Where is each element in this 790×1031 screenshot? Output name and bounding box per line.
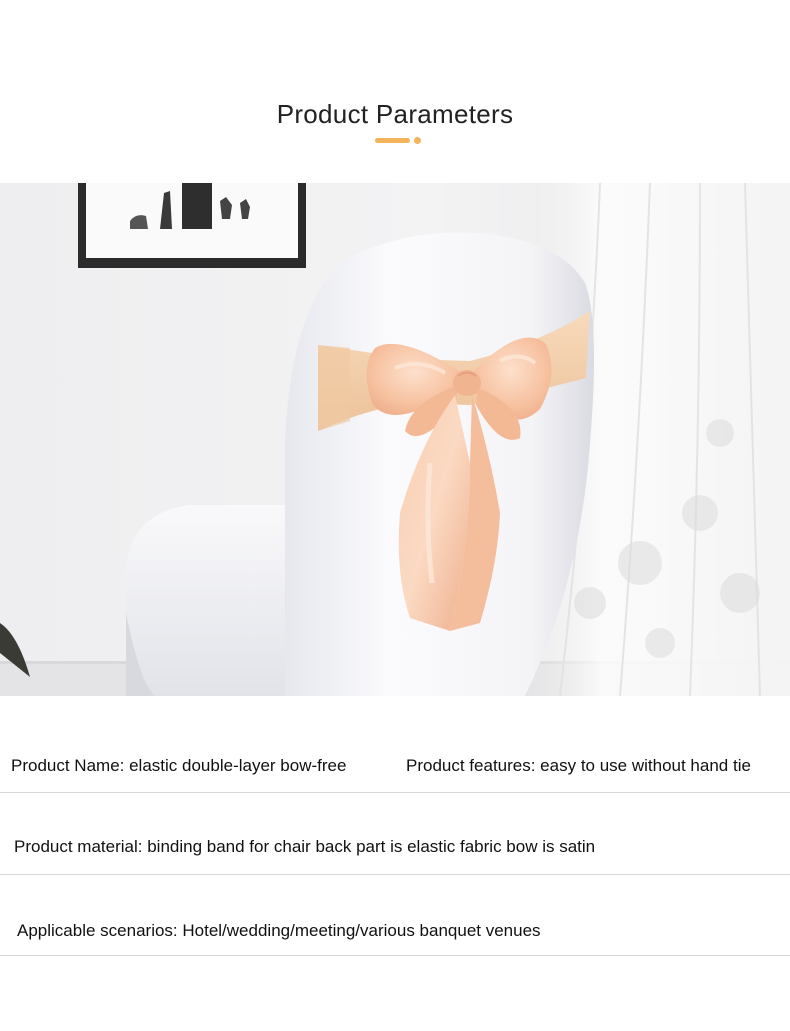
header-section: Product Parameters [0,0,790,183]
title-accent-bar [375,138,410,143]
chair-with-peach-bow-image [0,183,790,696]
divider [0,874,790,875]
product-photo [0,183,790,696]
product-name-text: Product Name: elastic double-layer bow-f… [11,756,347,775]
divider [0,792,790,793]
page-title: Product Parameters [276,99,514,129]
product-material-text: Product material: binding band for chair… [14,837,596,856]
title-accent-dot [414,137,421,144]
divider [0,955,790,956]
applicable-scenarios-text: Applicable scenarios: Hotel/wedding/meet… [17,921,541,940]
product-features-text: Product features: easy to use without ha… [406,756,751,775]
